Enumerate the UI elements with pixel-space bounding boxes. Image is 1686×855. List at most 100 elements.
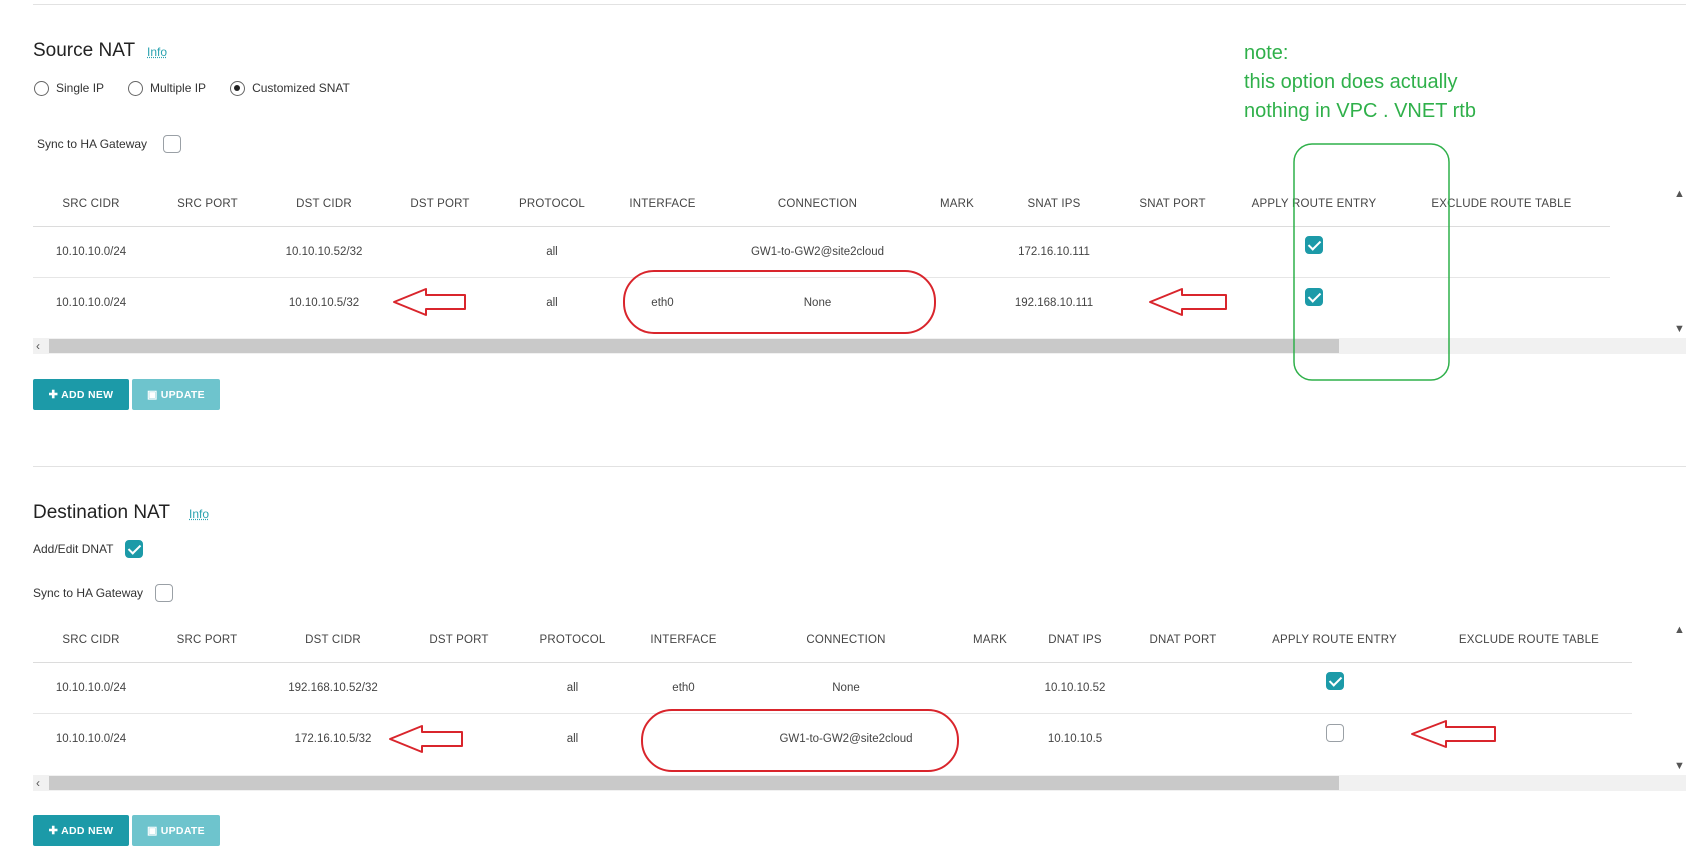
dnat-add-edit-checkbox[interactable] (125, 540, 144, 558)
dnat-table-header-row: SRC CIDR SRC PORT DST CIDR DST PORT PROT… (33, 618, 1632, 663)
cell-dst-port[interactable] (401, 713, 517, 764)
cell-dst-cidr[interactable]: 10.10.10.5/32 (266, 277, 382, 328)
cell-protocol[interactable]: all (498, 277, 606, 328)
dnat-sync-ha-label: Sync to HA Gateway (33, 586, 144, 600)
cell-protocol[interactable]: all (517, 713, 628, 764)
cell-src-port[interactable] (149, 277, 266, 328)
table-row[interactable]: 10.10.10.0/24 10.10.10.52/32 all GW1-to-… (33, 226, 1610, 278)
cell-mark[interactable] (953, 713, 1027, 764)
apply-route-entry-checkbox[interactable] (1325, 723, 1344, 742)
cell-connection[interactable]: GW1-to-GW2@site2cloud (739, 713, 953, 764)
cell-dnat-port[interactable] (1123, 713, 1243, 764)
dnat-col-interface: INTERFACE (628, 618, 739, 663)
dnat-col-protocol: PROTOCOL (517, 618, 628, 663)
cell-protocol[interactable]: all (517, 662, 628, 714)
cell-apply-route-entry (1243, 662, 1426, 714)
snat-scrollbar-thumb[interactable] (49, 339, 1339, 353)
cell-dst-port[interactable] (382, 226, 498, 278)
dnat-update-label: UPDATE (160, 824, 205, 837)
cell-interface[interactable] (628, 713, 739, 764)
snat-add-new-button[interactable]: ✚ ADD NEW (33, 379, 129, 410)
dnat-col-dst-cidr: DST CIDR (265, 618, 401, 663)
cell-exclude-route-table[interactable] (1426, 662, 1632, 714)
annotation-note-line3: nothing in VPC . VNET rtb (1244, 100, 1476, 122)
table-row[interactable]: 10.10.10.0/24 10.10.10.5/32 all eth0 Non… (33, 277, 1610, 328)
snat-horizontal-scrollbar[interactable]: ‹ › (33, 338, 1686, 354)
snat-scroll-down-icon[interactable]: ▼ (1674, 323, 1685, 335)
cell-src-cidr[interactable]: 10.10.10.0/24 (33, 713, 149, 764)
cell-dst-port[interactable] (401, 662, 517, 714)
radio-multiple-ip-control[interactable] (128, 80, 144, 96)
snat-scroll-up-icon[interactable]: ▲ (1674, 188, 1685, 200)
snat-add-new-label: ADD NEW (61, 388, 114, 401)
dnat-col-mark: MARK (953, 618, 1027, 663)
apply-route-entry-checkbox[interactable] (1305, 287, 1323, 306)
cell-interface[interactable]: eth0 (628, 662, 739, 714)
cell-exclude-route-table[interactable] (1426, 713, 1632, 764)
cell-dst-port[interactable] (382, 277, 498, 328)
snat-scroll-left-icon[interactable]: ‹ (36, 338, 40, 354)
radio-customized-snat-label: Customized SNAT (252, 81, 350, 95)
dnat-sync-ha-checkbox[interactable] (155, 584, 174, 602)
dnat-horizontal-scrollbar[interactable]: ‹ › (33, 775, 1686, 791)
dnat-scroll-left-icon[interactable]: ‹ (36, 775, 40, 791)
cell-src-cidr[interactable]: 10.10.10.0/24 (33, 662, 149, 714)
cell-src-cidr[interactable]: 10.10.10.0/24 (33, 277, 149, 328)
cell-mark[interactable] (916, 226, 998, 278)
cell-dnat-ips[interactable]: 10.10.10.52 (1027, 662, 1123, 714)
cell-mark[interactable] (953, 662, 1027, 714)
snat-col-mark: MARK (916, 182, 998, 227)
cell-mark[interactable] (916, 277, 998, 328)
radio-customized-snat-control[interactable] (230, 80, 246, 96)
dnat-add-edit-row: Add/Edit DNAT (33, 540, 144, 558)
cell-src-port[interactable] (149, 226, 266, 278)
dnat-update-button[interactable]: ▣ UPDATE (132, 815, 220, 846)
cell-dst-cidr[interactable]: 192.168.10.52/32 (265, 662, 401, 714)
cell-src-cidr[interactable]: 10.10.10.0/24 (33, 226, 149, 278)
radio-single-ip[interactable]: Single IP (34, 80, 104, 96)
dnat-info-link[interactable]: Info (189, 507, 209, 521)
cell-interface[interactable] (606, 226, 719, 278)
cell-interface[interactable]: eth0 (606, 277, 719, 328)
cell-dst-cidr[interactable]: 172.16.10.5/32 (265, 713, 401, 764)
dnat-col-dnat-ips: DNAT IPS (1027, 618, 1123, 663)
snat-update-button[interactable]: ▣ UPDATE (132, 379, 220, 410)
cell-snat-ips[interactable]: 192.168.10.111 (998, 277, 1110, 328)
radio-single-ip-control[interactable] (34, 80, 49, 96)
cell-protocol[interactable]: all (498, 226, 606, 278)
annotation-note-line1: note: (1244, 42, 1289, 64)
table-row[interactable]: 10.10.10.0/24 172.16.10.5/32 all GW1-to-… (33, 713, 1632, 764)
cell-snat-ips[interactable]: 172.16.10.111 (998, 226, 1110, 278)
cell-dnat-ips[interactable]: 10.10.10.5 (1027, 713, 1123, 764)
cell-connection[interactable]: None (739, 662, 953, 714)
snat-table: SRC CIDR SRC PORT DST CIDR DST PORT PROT… (33, 182, 1610, 328)
top-divider (33, 4, 1686, 5)
dnat-scroll-down-icon[interactable]: ▼ (1674, 760, 1685, 772)
dnat-table-container[interactable]: SRC CIDR SRC PORT DST CIDR DST PORT PROT… (33, 618, 1686, 764)
cell-snat-port[interactable] (1110, 277, 1235, 328)
cell-src-port[interactable] (149, 662, 265, 714)
cell-dst-cidr[interactable]: 10.10.10.52/32 (266, 226, 382, 278)
table-row[interactable]: 10.10.10.0/24 192.168.10.52/32 all eth0 … (33, 662, 1632, 714)
dnat-add-new-button[interactable]: ✚ ADD NEW (33, 815, 129, 846)
dnat-scrollbar-thumb[interactable] (49, 776, 1339, 790)
cell-connection[interactable]: GW1-to-GW2@site2cloud (719, 226, 916, 278)
cell-dnat-port[interactable] (1123, 662, 1243, 714)
radio-multiple-ip[interactable]: Multiple IP (128, 80, 206, 96)
apply-route-entry-checkbox[interactable] (1325, 672, 1344, 691)
dnat-scroll-up-icon[interactable]: ▲ (1674, 624, 1685, 636)
snat-info-link[interactable]: Info (147, 45, 167, 59)
cell-exclude-route-table[interactable] (1393, 226, 1610, 278)
cell-apply-route-entry (1243, 713, 1426, 764)
snat-sync-ha-checkbox[interactable] (163, 135, 182, 153)
plus-icon: ✚ (48, 389, 59, 401)
apply-route-entry-checkbox[interactable] (1305, 236, 1323, 255)
dnat-col-dst-port: DST PORT (401, 618, 517, 663)
cell-src-port[interactable] (149, 713, 265, 764)
cell-exclude-route-table[interactable] (1393, 277, 1610, 328)
cell-connection[interactable]: None (719, 277, 916, 328)
snat-table-container[interactable]: SRC CIDR SRC PORT DST CIDR DST PORT PROT… (33, 182, 1686, 328)
radio-customized-snat[interactable]: Customized SNAT (230, 80, 350, 96)
dnat-col-connection: CONNECTION (739, 618, 953, 663)
cell-snat-port[interactable] (1110, 226, 1235, 278)
